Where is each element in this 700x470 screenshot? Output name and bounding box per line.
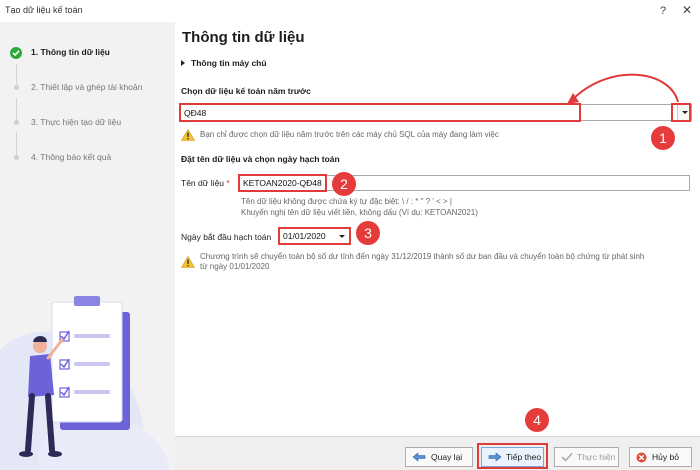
check-icon xyxy=(561,452,573,462)
arrow-left-icon xyxy=(412,452,426,462)
start-date-label: Ngày bắt đầu hạch toán xyxy=(181,232,272,242)
highlight-prev-data xyxy=(179,103,581,122)
annotation-arrow xyxy=(567,73,679,104)
help-icon[interactable]: ? xyxy=(660,5,666,17)
prev-data-note: Bạn chỉ được chọn dữ liệu năm trước trên… xyxy=(200,130,499,139)
name-label-text: Tên dữ liệu xyxy=(181,178,225,188)
annotation-badge-2: 2 xyxy=(332,172,356,196)
name-field-label: Tên dữ liệu * xyxy=(181,178,230,188)
step-label: 3. Thực hiện tạo dữ liệu xyxy=(31,117,122,127)
window-title: Tạo dữ liệu kế toán xyxy=(5,5,83,15)
prev-data-section-label: Chọn dữ liệu kế toán năm trước xyxy=(181,86,311,96)
cancel-button[interactable]: Hủy bỏ xyxy=(629,447,692,467)
expand-arrow-icon xyxy=(181,60,185,66)
name-hint-1: Tên dữ liệu không được chứa ký tự đặc bi… xyxy=(241,197,452,206)
date-note-line-2: từ ngày 01/01/2020 xyxy=(200,262,270,271)
annotation-badge-4: 4 xyxy=(525,408,549,432)
warning-icon xyxy=(181,256,195,268)
date-note: Chương trình sẽ chuyển toàn bộ số dư tín… xyxy=(200,252,695,272)
annotation-badge-1: 1 xyxy=(651,126,675,150)
check-circle-icon xyxy=(10,47,22,59)
step-dot-icon xyxy=(14,155,19,160)
server-info-label: Thông tin máy chủ xyxy=(191,58,267,68)
cancel-label: Hủy bỏ xyxy=(652,452,679,462)
execute-label: Thực hiện xyxy=(577,452,616,462)
annotation-badge-3: 3 xyxy=(356,221,380,245)
wizard-footer: Quay lại Tiếp theo Thực hiện Hủy bỏ xyxy=(175,436,700,470)
main-panel: Thông tin dữ liệu Thông tin máy chủ Chọn… xyxy=(175,22,700,470)
step-label: 1. Thông tin dữ liệu xyxy=(31,47,110,57)
step-label: 2. Thiết lập và ghép tài khoản xyxy=(31,82,143,92)
wizard-sidebar: 1. Thông tin dữ liệu 2. Thiết lập và ghé… xyxy=(0,22,175,470)
highlight-date-picker xyxy=(278,227,351,245)
execute-button[interactable]: Thực hiện xyxy=(554,447,619,467)
back-label: Quay lại xyxy=(431,452,463,462)
title-bar: Tạo dữ liệu kế toán ? ✕ xyxy=(0,0,700,22)
step-dot-icon xyxy=(14,85,19,90)
step-1: 1. Thông tin dữ liệu xyxy=(0,46,175,62)
step-dot-icon xyxy=(14,120,19,125)
step-4: 4. Thông báo kết quả xyxy=(0,151,175,167)
naming-section-label: Đặt tên dữ liệu và chọn ngày hạch toán xyxy=(181,154,340,164)
back-button[interactable]: Quay lại xyxy=(405,447,473,467)
cancel-icon xyxy=(636,452,647,463)
step-3: 3. Thực hiện tạo dữ liệu xyxy=(0,116,175,132)
server-info-toggle[interactable]: Thông tin máy chủ xyxy=(181,58,267,68)
warning-icon xyxy=(181,129,195,141)
page-title: Thông tin dữ liệu xyxy=(182,29,305,46)
close-icon[interactable]: ✕ xyxy=(682,3,692,17)
step-2: 2. Thiết lập và ghép tài khoản xyxy=(0,81,175,97)
highlight-next-button xyxy=(477,443,548,469)
required-mark: * xyxy=(226,178,230,188)
step-label: 4. Thông báo kết quả xyxy=(31,152,112,162)
highlight-name-input xyxy=(238,174,327,192)
name-hint-2: Khuyến nghị tên dữ liệu viết liền, không… xyxy=(241,208,478,217)
date-note-line-1: Chương trình sẽ chuyển toàn bộ số dư tín… xyxy=(200,252,645,261)
checklist-illustration xyxy=(0,296,170,470)
